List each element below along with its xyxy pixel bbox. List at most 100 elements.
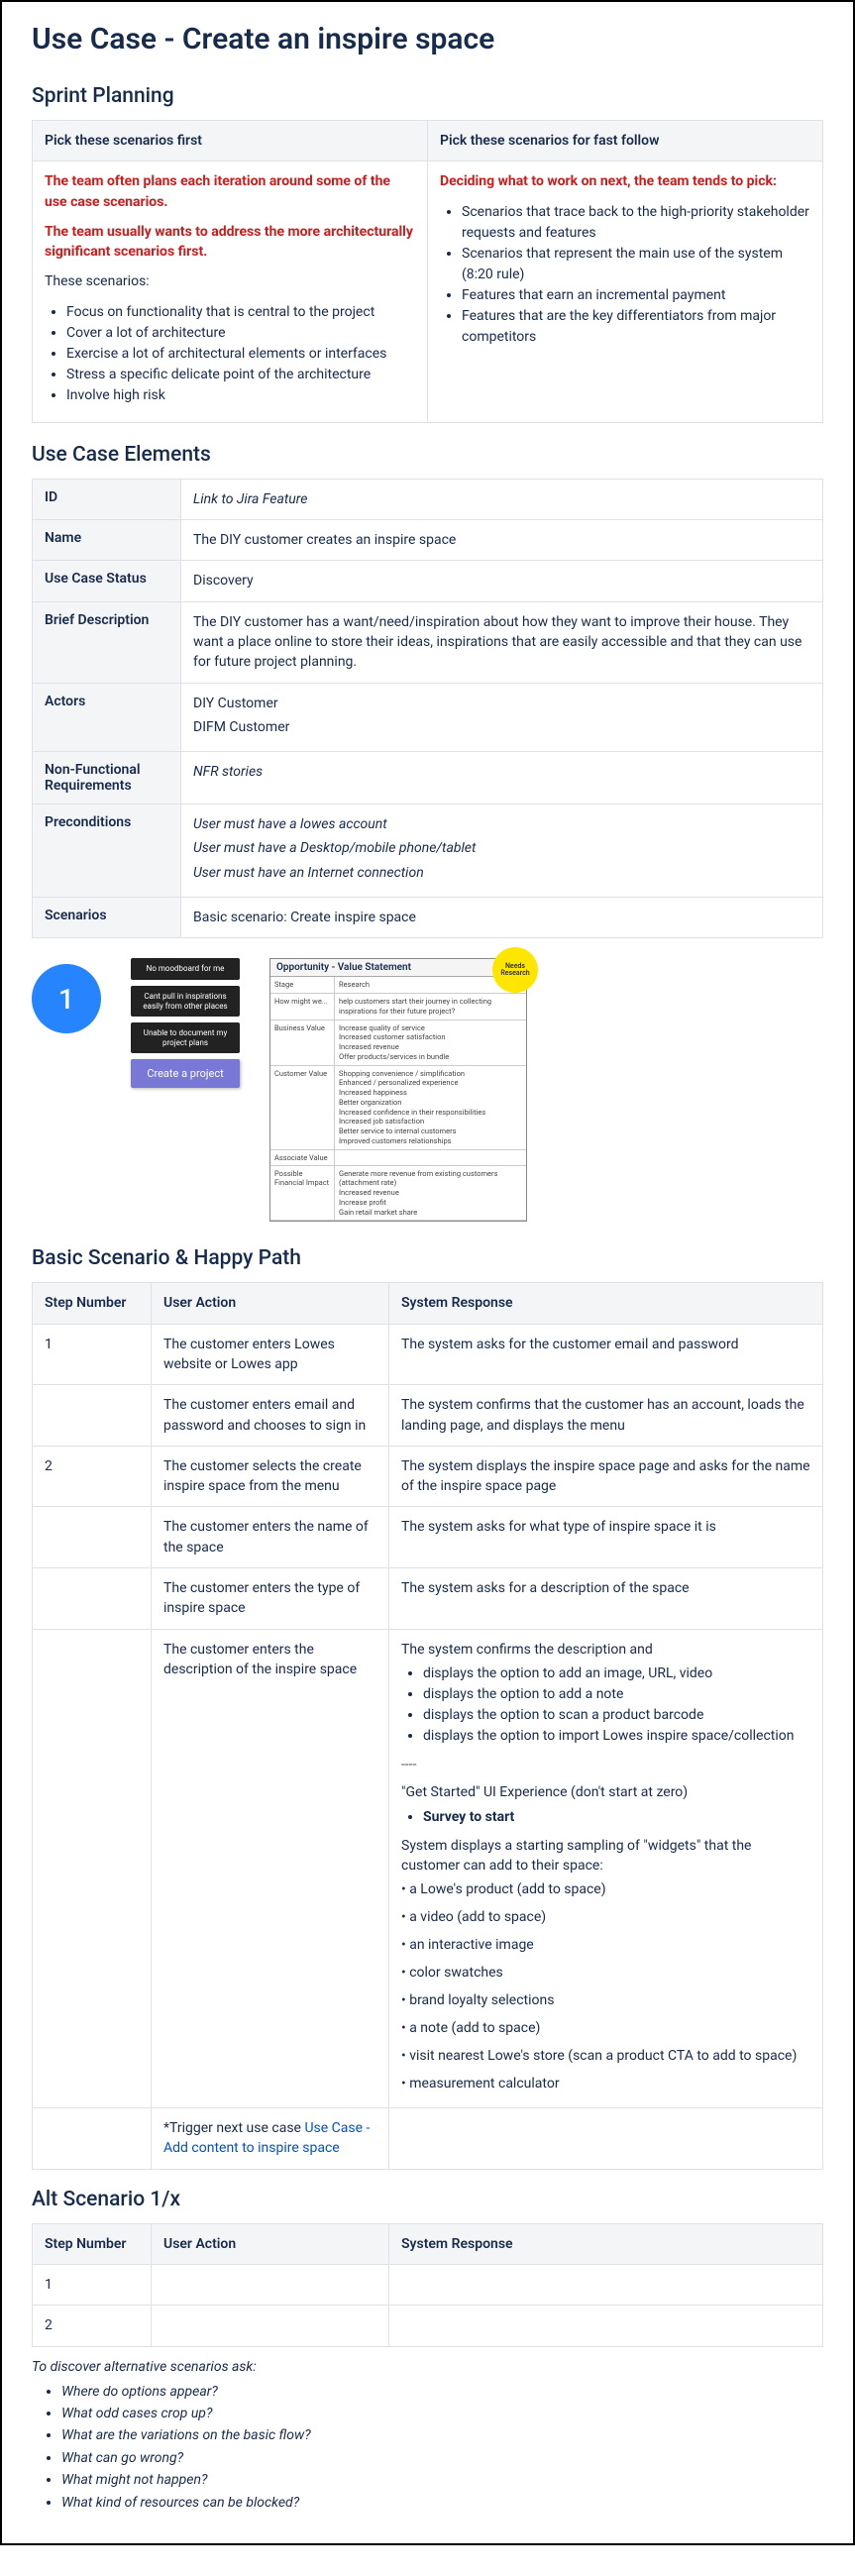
- needs-research-badge: Needs Research: [492, 947, 538, 993]
- list-item: Focus on functionality that is central t…: [66, 302, 415, 323]
- cell-act: The customer enters email and password a…: [152, 1385, 389, 1447]
- cell-step: 2: [33, 1446, 152, 1507]
- pre-3: User must have an Internet connection: [193, 863, 810, 883]
- cell-resp: [389, 2264, 823, 2305]
- list-item: Features that are the key differentiator…: [462, 306, 810, 348]
- cell-act: [152, 2306, 389, 2346]
- opp-how-label: How might we...: [270, 994, 335, 1020]
- uc-nfr-label: Non-Functional Requirements: [33, 752, 181, 805]
- cell-step: [33, 1507, 152, 1568]
- uc-name-label: Name: [33, 520, 181, 561]
- get-started-label: "Get Started" UI Experience (don't start…: [401, 1782, 810, 1802]
- sprint-col2-body: Deciding what to work on next, the team …: [428, 161, 823, 422]
- separator: ----: [401, 1755, 810, 1774]
- alt-scenario-table: Step Number User Action System Response …: [32, 2223, 823, 2347]
- opp-how-val: help customers start their journey in co…: [335, 994, 526, 1020]
- opp-assoc-val: [335, 1150, 526, 1165]
- sprint-col2-header: Pick these scenarios for fast follow: [428, 121, 823, 161]
- card-create-project: Create a project: [131, 1059, 240, 1088]
- cell-act: The customer selects the create inspire …: [152, 1446, 389, 1507]
- cell-resp: The system asks for a description of the…: [389, 1568, 823, 1630]
- section-alt-scenario: Alt Scenario 1/x: [32, 2188, 823, 2211]
- col-action: User Action: [152, 1283, 389, 1324]
- section-sprint-planning: Sprint Planning: [32, 84, 823, 108]
- list-item: Where do options appear?: [61, 2381, 823, 2403]
- uc-pre-label: Preconditions: [33, 805, 181, 898]
- widget-item: • visit nearest Lowe's store (scan a pro…: [401, 2042, 810, 2070]
- cell-act: The customer enters Lowes website or Low…: [152, 1324, 389, 1385]
- uc-status-val: Discovery: [181, 561, 823, 601]
- table-row: 2: [33, 2306, 823, 2346]
- resp-lead: The system confirms the description and: [401, 1640, 810, 1660]
- uc-nfr-val: NFR stories: [181, 752, 823, 805]
- table-row: 2 The customer selects the create inspir…: [33, 1446, 823, 1507]
- list-item: Stress a specific delicate point of the …: [66, 365, 415, 385]
- list-item: What odd cases crop up?: [61, 2403, 823, 2424]
- list-item: What are the variations on the basic flo…: [61, 2424, 823, 2446]
- widget-item: • a Lowe's product (add to space): [401, 1876, 810, 1903]
- widget-item: • a video (add to space): [401, 1903, 810, 1931]
- widget-item: • brand loyalty selections: [401, 1986, 810, 2014]
- opp-fin-label: Possible Financial Impact: [270, 1166, 335, 1221]
- pre-2: User must have a Desktop/mobile phone/ta…: [193, 838, 810, 858]
- col-response: System Response: [389, 1283, 823, 1324]
- cell-act: [152, 2264, 389, 2305]
- table-row-trigger: *Trigger next use case Use Case - Add co…: [33, 2108, 823, 2170]
- sprint-col1-red2: The team usually wants to address the mo…: [45, 222, 415, 263]
- list-item: Involve high risk: [66, 385, 415, 406]
- cell-resp: The system confirms that the customer ha…: [389, 1385, 823, 1447]
- table-row: The customer enters email and password a…: [33, 1385, 823, 1447]
- col-action: User Action: [152, 2223, 389, 2264]
- actor-2: DIFM Customer: [193, 717, 810, 737]
- opp-stage-label: Stage: [270, 977, 335, 993]
- list-item: Scenarios that trace back to the high-pr…: [462, 202, 810, 244]
- opp-cust-val: Shopping convenience / simplification En…: [335, 1066, 526, 1149]
- cell-act: The customer enters the description of t…: [152, 1629, 389, 2107]
- uc-elements-table: ID Link to Jira Feature Name The DIY cus…: [32, 479, 823, 939]
- cards-column: No moodboard for me Cant pull in inspira…: [131, 958, 240, 1088]
- sprint-table: Pick these scenarios first Pick these sc…: [32, 120, 823, 423]
- table-row-big: The customer enters the description of t…: [33, 1629, 823, 2107]
- opp-title: Opportunity - Value Statement: [270, 959, 526, 977]
- opp-biz-label: Business Value: [270, 1020, 335, 1065]
- cell-resp: The system asks for the customer email a…: [389, 1324, 823, 1385]
- uc-brief-val: The DIY customer has a want/need/inspira…: [181, 601, 823, 683]
- section-basic-scenario: Basic Scenario & Happy Path: [32, 1246, 823, 1270]
- cell-resp: The system displays the inspire space pa…: [389, 1446, 823, 1507]
- col-step: Step Number: [33, 1283, 152, 1324]
- list-item: Exercise a lot of architectural elements…: [66, 344, 415, 365]
- sprint-col1-list: Focus on functionality that is central t…: [45, 302, 415, 406]
- cell-step: [33, 1568, 152, 1630]
- uc-name-val: The DIY customer creates an inspire spac…: [181, 520, 823, 561]
- opp-biz-val: Increase quality of service Increased cu…: [335, 1020, 526, 1065]
- alt-list: Where do options appear? What odd cases …: [32, 2381, 823, 2514]
- cell-step: 1: [33, 1324, 152, 1385]
- sprint-col2-list: Scenarios that trace back to the high-pr…: [440, 202, 810, 348]
- cell-step: 1: [33, 2264, 152, 2305]
- table-row: The customer enters the type of inspire …: [33, 1568, 823, 1630]
- uc-brief-label: Brief Description: [33, 601, 181, 683]
- page-title: Use Case - Create an inspire space: [32, 22, 823, 56]
- uc-status-label: Use Case Status: [33, 561, 181, 601]
- list-item: displays the option to scan a product ba…: [423, 1705, 810, 1726]
- pre-1: User must have a lowes account: [193, 814, 810, 834]
- cell-resp: [389, 2306, 823, 2346]
- list-item: What kind of resources can be blocked?: [61, 2492, 823, 2514]
- table-row: The customer enters the name of the spac…: [33, 1507, 823, 1568]
- card-dark: Cant pull in inspirations easily from ot…: [131, 986, 240, 1017]
- uc-id-label: ID: [33, 479, 181, 519]
- card-dark: No moodboard for me: [131, 958, 240, 980]
- list-item: displays the option to add an image, URL…: [423, 1664, 810, 1684]
- cell-act: The customer enters the type of inspire …: [152, 1568, 389, 1630]
- sprint-col1-body: The team often plans each iteration arou…: [33, 161, 428, 422]
- alt-note: To discover alternative scenarios ask:: [32, 2359, 823, 2375]
- widget-item: • an interactive image: [401, 1931, 810, 1959]
- opp-fin-val: Generate more revenue from existing cust…: [335, 1166, 526, 1221]
- widgets-lead: System displays a starting sampling of "…: [401, 1836, 810, 1877]
- sprint-col2-red: Deciding what to work on next, the team …: [440, 171, 810, 191]
- actor-1: DIY Customer: [193, 694, 810, 713]
- list-item: What can go wrong?: [61, 2447, 823, 2469]
- trigger-pre: *Trigger next use case: [163, 2120, 304, 2136]
- uc-pre-val: User must have a lowes account User must…: [181, 805, 823, 898]
- widget-item: • a note (add to space): [401, 2014, 810, 2042]
